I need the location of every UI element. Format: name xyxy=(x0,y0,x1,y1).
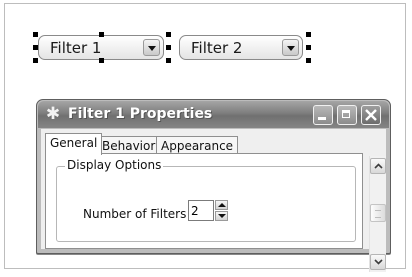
scroll-thumb[interactable] xyxy=(370,204,386,222)
selection-handle-br[interactable] xyxy=(166,58,171,63)
chevron-up-icon xyxy=(374,163,383,169)
selection-handle-ml[interactable] xyxy=(33,45,38,50)
maximize-button[interactable] xyxy=(337,105,357,125)
window-client-area: General Behavior Appearance Display Opti… xyxy=(41,129,386,272)
selection-handle-right-mid[interactable] xyxy=(306,45,311,50)
selection-handle-tr[interactable] xyxy=(166,32,171,37)
number-of-filters-label: Number of Filters xyxy=(83,207,187,221)
selection-handle-bl[interactable] xyxy=(33,58,38,63)
tab-general[interactable]: General xyxy=(45,133,103,155)
minimize-button[interactable] xyxy=(313,105,333,125)
close-icon xyxy=(365,109,377,121)
selection-handle-right-bottom[interactable] xyxy=(306,58,311,63)
scroll-down-button[interactable] xyxy=(370,254,386,270)
window-titlebar[interactable]: ✱ Filter 1 Properties xyxy=(38,101,389,128)
general-tab-panel: Display Options Number of Filters xyxy=(45,153,363,249)
chevron-down-icon xyxy=(374,259,383,265)
tab-behavior[interactable]: Behavior xyxy=(97,136,161,154)
selection-handle-right-top[interactable] xyxy=(306,32,311,37)
display-options-group: Display Options Number of Filters xyxy=(56,158,356,242)
group-title: Display Options xyxy=(65,158,164,172)
decrement-button[interactable] xyxy=(215,211,228,221)
chevron-down-icon[interactable] xyxy=(282,39,299,56)
filter-1-label: Filter 1 xyxy=(50,39,102,57)
filter-1-combo[interactable]: Filter 1 xyxy=(38,35,164,60)
filter-2-label: Filter 2 xyxy=(191,39,243,57)
selection-handle-mr[interactable] xyxy=(166,45,171,50)
increment-button[interactable] xyxy=(215,200,228,210)
vertical-scrollbar[interactable] xyxy=(369,156,386,272)
filter-icon: ✱ xyxy=(45,104,61,124)
selection-handle-tc[interactable] xyxy=(99,32,104,37)
scroll-up-button[interactable] xyxy=(370,158,386,174)
tab-appearance[interactable]: Appearance xyxy=(156,136,239,154)
filter-2-combo[interactable]: Filter 2 xyxy=(179,35,303,60)
close-button[interactable] xyxy=(361,105,381,125)
window-title: Filter 1 Properties xyxy=(68,106,213,122)
number-of-filters-stepper xyxy=(215,200,228,221)
number-of-filters-input[interactable] xyxy=(188,200,214,221)
chevron-down-icon[interactable] xyxy=(143,39,160,56)
selection-handle-bc[interactable] xyxy=(99,58,104,63)
filter-properties-window: ✱ Filter 1 Properties General Behavior A… xyxy=(36,99,391,272)
selection-handle-tl[interactable] xyxy=(33,32,38,37)
